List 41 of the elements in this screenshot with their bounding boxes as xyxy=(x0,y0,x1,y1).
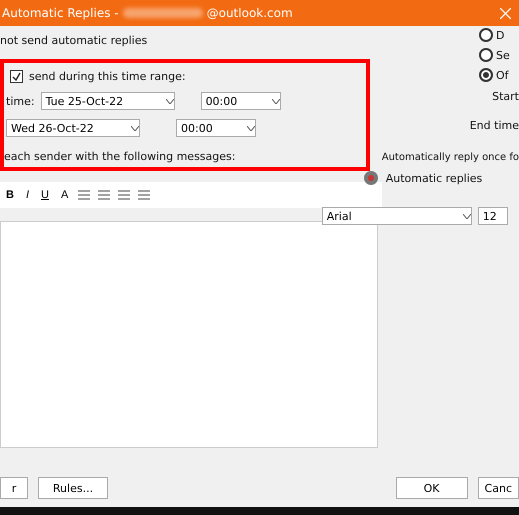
radio-button[interactable] xyxy=(479,48,493,62)
checkbox[interactable] xyxy=(10,70,23,83)
close-icon[interactable] xyxy=(500,8,511,18)
option-label: Se xyxy=(496,48,510,62)
email-domain: @outlook.com xyxy=(206,6,293,20)
format-button[interactable]: B xyxy=(4,189,16,201)
field-label: End time xyxy=(470,119,519,132)
date-field[interactable]: Tue 25-Oct-22 xyxy=(40,92,175,110)
field-label: time: xyxy=(6,94,35,108)
cut-button[interactable]: r xyxy=(0,477,28,499)
radio-button[interactable] xyxy=(479,68,493,82)
caret-icon xyxy=(272,98,280,104)
option-label: Of xyxy=(496,68,509,82)
option-label: Automatically reply once fo xyxy=(382,152,519,163)
time-field[interactable]: 00:00 xyxy=(176,119,256,137)
option-label: not send automatic replies xyxy=(0,34,148,47)
size-select[interactable]: 12 xyxy=(478,207,508,225)
cancel-button[interactable]: Canc xyxy=(478,477,519,499)
radio-button[interactable] xyxy=(479,28,493,42)
rules-button[interactable]: Rules... xyxy=(38,477,108,499)
list-icon[interactable] xyxy=(118,190,130,200)
format-button[interactable]: U xyxy=(39,189,51,201)
list-icon[interactable] xyxy=(78,190,90,200)
field-label: Start xyxy=(492,90,519,103)
caret-icon xyxy=(166,98,174,104)
option-label: send during this time range: xyxy=(29,70,186,83)
format-button[interactable]: A xyxy=(58,189,70,201)
option-label: D xyxy=(496,28,504,42)
caret-icon xyxy=(247,126,255,130)
tab-label[interactable]: Automatic replies xyxy=(386,172,482,184)
font-select[interactable]: Arial xyxy=(322,207,472,225)
date-field[interactable]: Wed 26-Oct-22 xyxy=(6,119,140,137)
message-label: each sender with the following messages: xyxy=(3,150,236,163)
list-icon[interactable] xyxy=(138,190,150,200)
format-button[interactable]: I xyxy=(24,189,32,201)
caret-icon xyxy=(462,214,471,218)
window-title: Automatic Replies - xyxy=(2,6,119,20)
list-icon[interactable] xyxy=(98,190,110,200)
time-field[interactable]: 00:00 xyxy=(200,92,281,110)
caret-icon xyxy=(131,126,139,130)
ok-button[interactable]: OK xyxy=(396,477,468,499)
